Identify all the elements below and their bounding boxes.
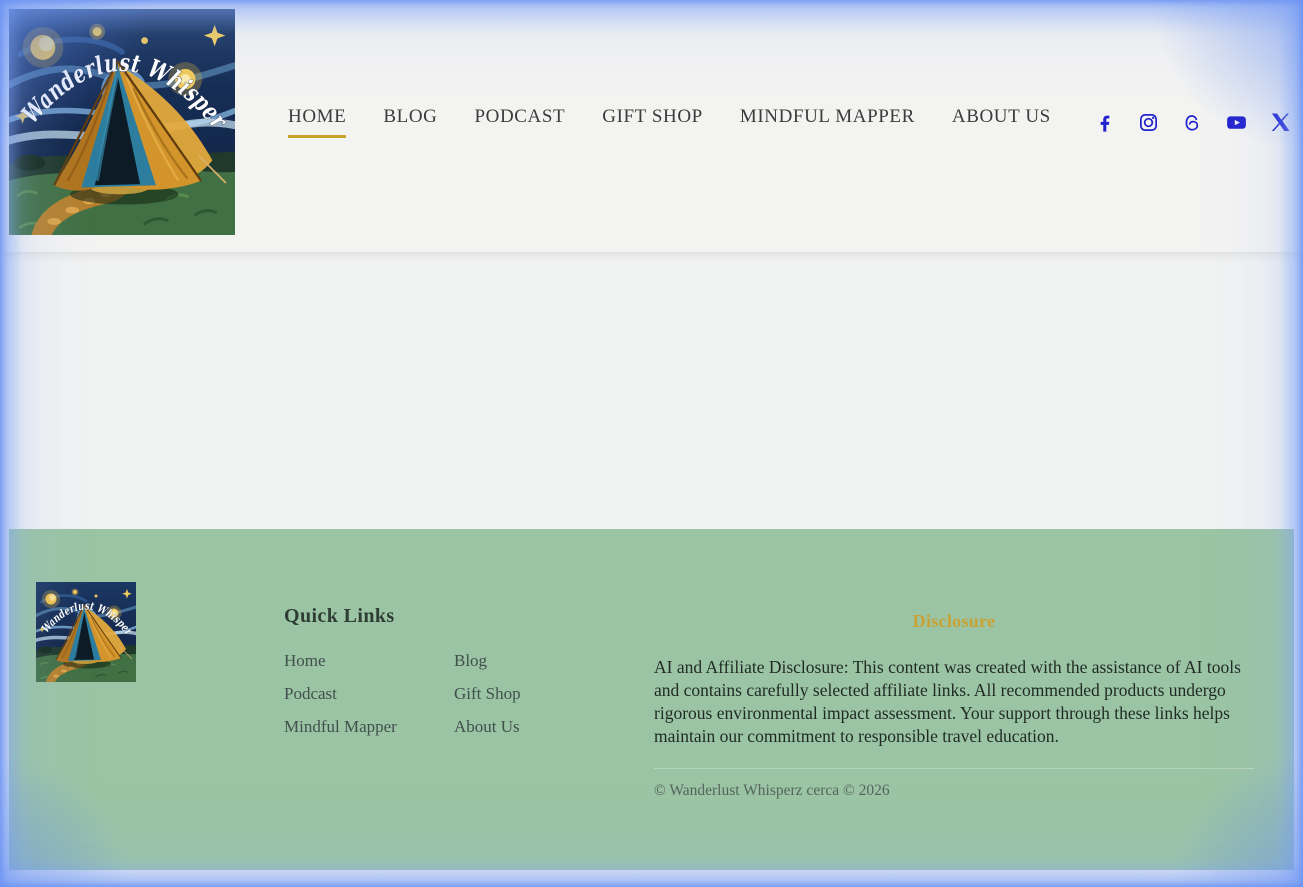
footer-divider [654,768,1254,769]
nav-item-mindful-mapper[interactable]: MINDFUL MAPPER [740,106,915,135]
quick-links-section: Quick Links Home Blog Podcast Gift Shop … [284,579,654,870]
footer-link-gift-shop[interactable]: Gift Shop [454,683,654,704]
quick-links-title: Quick Links [284,605,654,628]
footer-link-mindful-mapper[interactable]: Mindful Mapper [284,716,454,737]
youtube-icon [1226,112,1247,133]
nav-item-home[interactable]: HOME [288,106,346,138]
footer-link-blog[interactable]: Blog [454,650,654,671]
threads-icon [1182,112,1203,133]
copyright-text: © Wanderlust Whisperz cerca © 2026 [654,782,1254,800]
footer-link-home[interactable]: Home [284,650,454,671]
facebook-icon [1094,112,1115,133]
main-content-area [0,252,1303,529]
footer-logo-image[interactable] [36,582,136,682]
nav-item-about-us[interactable]: ABOUT US [952,106,1051,135]
instagram-icon [1138,112,1159,133]
nav-item-podcast[interactable]: PODCAST [474,106,565,135]
quick-links-list: Home Blog Podcast Gift Shop Mindful Mapp… [284,650,654,737]
site-logo-image[interactable] [9,9,235,235]
nav-item-blog[interactable]: BLOG [383,106,437,135]
disclosure-section: Disclosure AI and Affiliate Disclosure: … [654,583,1254,870]
instagram-link[interactable] [1138,112,1159,133]
facebook-link[interactable] [1094,112,1115,133]
site-footer: Quick Links Home Blog Podcast Gift Shop … [9,529,1294,870]
footer-link-about-us[interactable]: About Us [454,716,654,737]
disclosure-title: Disclosure [654,611,1254,632]
threads-link[interactable] [1182,112,1203,133]
youtube-link[interactable] [1226,112,1247,133]
x-link[interactable] [1270,112,1291,133]
disclosure-text: AI and Affiliate Disclosure: This conten… [654,656,1254,748]
x-icon [1270,112,1291,133]
site-header: HOME BLOG PODCAST GIFT SHOP MINDFUL MAPP… [0,0,1303,252]
footer-link-podcast[interactable]: Podcast [284,683,454,704]
nav-item-gift-shop[interactable]: GIFT SHOP [602,106,703,135]
main-nav: HOME BLOG PODCAST GIFT SHOP MINDFUL MAPP… [288,106,1051,138]
social-links [1094,112,1291,133]
